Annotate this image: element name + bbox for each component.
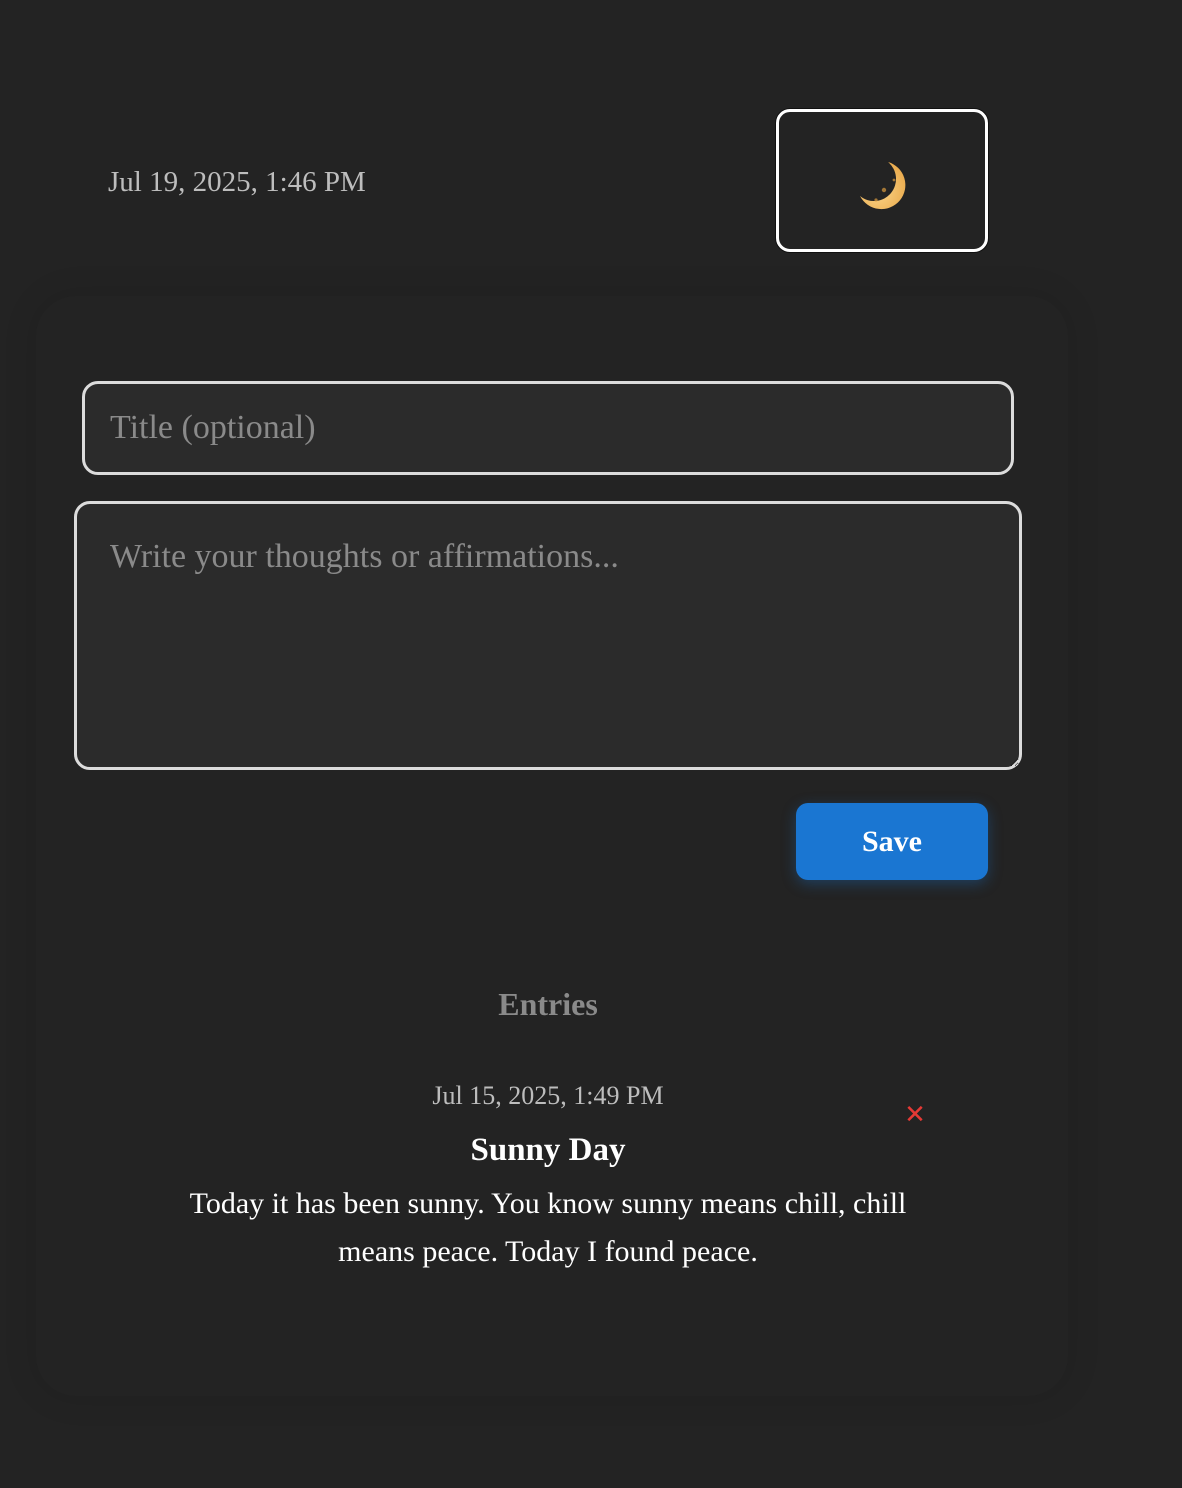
crescent-moon-icon — [860, 161, 906, 209]
entry-date: Jul 15, 2025, 1:49 PM — [432, 1081, 664, 1110]
entry-item: Jul 15, 2025, 1:49 PM Sunny Day Today it… — [148, 1078, 948, 1276]
thoughts-textarea[interactable] — [74, 501, 1022, 770]
delete-entry-button[interactable]: ✕ — [900, 1100, 930, 1130]
save-button[interactable]: Save — [796, 803, 988, 880]
entries-heading: Entries — [498, 986, 598, 1022]
close-icon: ✕ — [904, 1100, 926, 1130]
theme-toggle-button[interactable] — [776, 109, 988, 252]
entry-body: Today it has been sunny. You know sunny … — [189, 1187, 907, 1268]
current-datetime: Jul 19, 2025, 1:46 PM — [108, 166, 366, 198]
entry-title: Sunny Day — [470, 1132, 626, 1168]
journal-page: Jul 19, 2025, 1:46 PM Save Entries Jul 1… — [0, 0, 1182, 1488]
title-input[interactable] — [82, 381, 1014, 475]
